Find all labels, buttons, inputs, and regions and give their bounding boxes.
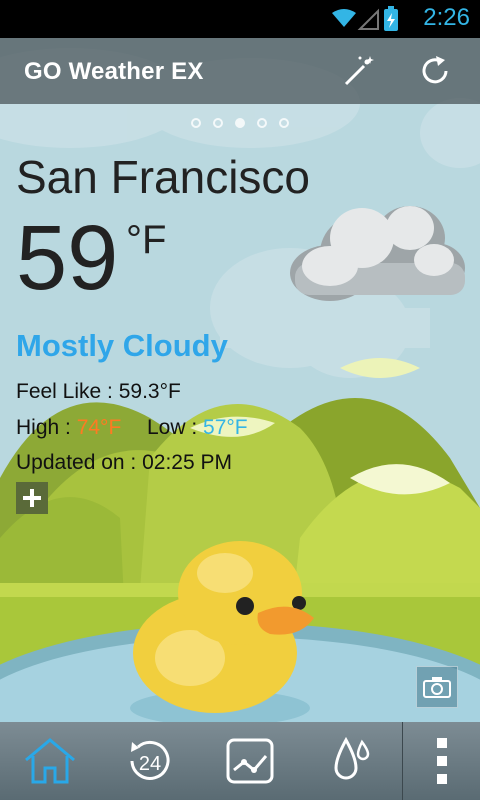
home-icon	[25, 738, 75, 784]
nav-home[interactable]	[0, 722, 100, 800]
high-value: 74°F	[76, 416, 122, 439]
city-name[interactable]: San Francisco	[16, 150, 310, 204]
high-low-row: High : 74°F Low : 57°F	[16, 416, 248, 440]
temperature-unit[interactable]: °F	[126, 218, 166, 263]
overflow-menu-icon	[437, 738, 447, 784]
24-hour-label: 24	[139, 753, 161, 775]
theme-wand-button[interactable]	[334, 48, 380, 94]
plus-icon	[23, 489, 41, 507]
overflow-menu-button[interactable]	[404, 722, 480, 800]
feel-like-value: 59.3°F	[118, 380, 181, 403]
refresh-icon	[422, 56, 448, 84]
camera-button[interactable]	[416, 666, 458, 708]
high-label: High :	[16, 416, 77, 439]
page-dot[interactable]	[257, 118, 267, 128]
nav-divider	[402, 722, 403, 800]
page-dot[interactable]	[213, 118, 223, 128]
updated-value: 02:25 PM	[142, 451, 232, 474]
feel-like-row: Feel Like : 59.3°F	[16, 380, 181, 404]
nav-precipitation[interactable]	[300, 722, 400, 800]
status-bar: 2:26	[0, 0, 480, 38]
low-value: 57°F	[203, 416, 248, 439]
24-hour-icon: 24	[130, 740, 170, 780]
camera-icon	[423, 677, 451, 698]
current-temperature: 59	[16, 207, 119, 309]
page-dot-active[interactable]	[235, 118, 245, 128]
app-bar: GO Weather EX	[0, 38, 480, 104]
trend-chart-icon	[226, 738, 274, 784]
status-time: 2:26	[423, 4, 470, 31]
precipitation-icon	[334, 736, 370, 780]
bottom-navigation: 24	[0, 722, 480, 800]
page-dot[interactable]	[279, 118, 289, 128]
magic-wand-icon	[344, 56, 374, 86]
page-indicator	[0, 118, 480, 128]
updated-label: Updated on :	[16, 451, 143, 474]
add-city-button[interactable]	[16, 482, 48, 514]
app-title: GO Weather EX	[24, 58, 204, 85]
feel-like-label: Feel Like :	[16, 380, 119, 403]
status-icons	[332, 6, 398, 31]
nav-24-hour[interactable]: 24	[100, 722, 200, 800]
low-label: Low :	[146, 416, 204, 439]
refresh-button[interactable]	[412, 48, 458, 94]
nav-trend[interactable]	[200, 722, 300, 800]
page-dot[interactable]	[191, 118, 201, 128]
updated-row: Updated on : 02:25 PM	[16, 451, 232, 475]
weather-condition: Mostly Cloudy	[16, 328, 228, 363]
